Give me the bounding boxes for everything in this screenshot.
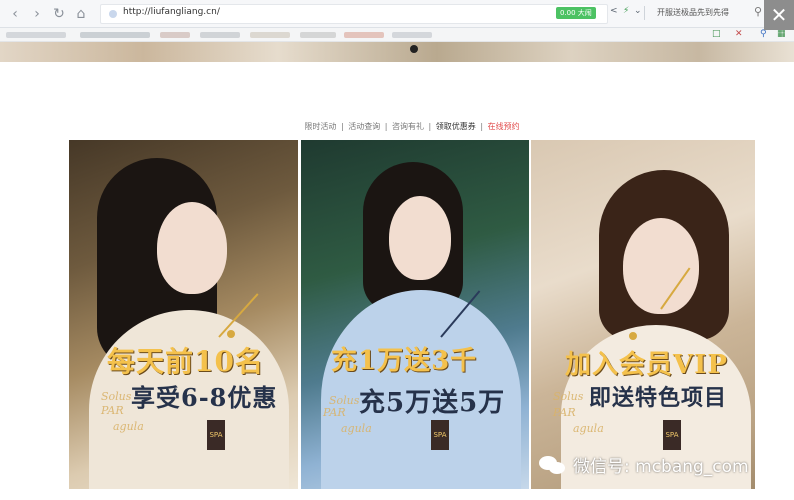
bookmark-item[interactable] [392, 32, 432, 38]
magnifier-icon[interactable]: ⚲ [760, 29, 767, 39]
share-icon[interactable]: < [610, 6, 618, 16]
back-icon[interactable]: ‹ [6, 5, 24, 23]
bookmark-bar: □ ✕ ⚲ ▦ [0, 28, 794, 42]
card-deco-word: agula [341, 422, 372, 435]
promo-nav: 限时活动 | 活动查询 | 咨询有礼 | 领取优惠券 | 在线预约 [0, 121, 794, 132]
search-icon[interactable]: ⚲ [754, 5, 762, 18]
card-deco-word: PAR [553, 406, 576, 419]
card-headline-primary: 加入会员VIP [565, 350, 728, 380]
wechat-icon [539, 454, 567, 476]
promo-card-vip-membership[interactable]: 加入会员VIP 即送特色项目 Solus PAR agula SPA [531, 140, 755, 489]
card-headline-primary: 充1万送3千 [331, 346, 478, 376]
promo-card-daily-discount[interactable]: 每天前10名 享受6-8优惠 Solus PAR agula SPA [69, 140, 298, 489]
nav-separator: | [480, 122, 484, 131]
card-deco-word: Solus [553, 390, 584, 403]
scissors-icon[interactable]: ✕ [735, 29, 743, 39]
figure-face [389, 196, 451, 280]
forward-icon[interactable]: › [28, 5, 46, 23]
spa-tag: SPA [431, 420, 449, 450]
bookmark-item[interactable] [344, 32, 384, 38]
bookmark-item[interactable] [300, 32, 336, 38]
wechat-watermark: 微信号: mcbang_com [539, 452, 749, 477]
card-deco-word: PAR [101, 404, 124, 417]
nav-separator: | [428, 122, 432, 131]
lightning-icon[interactable]: ⚡ [623, 6, 629, 16]
card-deco-word: Solus [101, 390, 132, 403]
toolbar-divider [644, 6, 645, 20]
card-headline-primary: 每天前10名 [107, 345, 264, 378]
figure-face [623, 218, 699, 314]
address-bar[interactable]: http://liufangliang.cn/ [100, 4, 608, 24]
card-deco-word: PAR [323, 406, 346, 419]
nav-separator: | [340, 122, 344, 131]
extension-icon[interactable]: □ [712, 29, 721, 39]
close-overlay-button[interactable]: ✕ [764, 0, 794, 30]
top-banner-image [0, 42, 794, 62]
nav-link-get-coupon[interactable]: 领取优惠券 [436, 122, 476, 131]
figure-face [157, 202, 227, 294]
card-headline-secondary: 充5万送5万 [359, 388, 506, 418]
card-deco-word: agula [113, 420, 144, 433]
nav-link-activity-query[interactable]: 活动查询 [348, 122, 380, 131]
nav-link-online-booking[interactable]: 在线预约 [488, 122, 520, 131]
bookmark-item[interactable] [250, 32, 290, 38]
bookmark-item[interactable] [160, 32, 190, 38]
promo-text[interactable]: 开服送极品先到先得 [657, 7, 729, 18]
nav-separator: | [384, 122, 388, 131]
card-headline-secondary: 享受6-8优惠 [131, 383, 278, 412]
bookmark-item[interactable] [200, 32, 240, 38]
spa-tag: SPA [207, 420, 225, 450]
gold-dot-decoration [227, 330, 235, 338]
promo-card-recharge-bonus[interactable]: 充1万送3千 充5万送5万 Solus PAR agula SPA [301, 140, 529, 489]
watermark-text: 微信号: mcbang_com [573, 457, 749, 477]
site-favicon-icon [109, 10, 117, 18]
grid-icon[interactable]: ▦ [777, 29, 786, 39]
chevron-down-icon[interactable]: ⌄ [634, 6, 642, 16]
gold-dot-decoration [629, 332, 637, 340]
nav-link-limited-activity[interactable]: 限时活动 [304, 122, 336, 131]
nav-link-consult-gift[interactable]: 咨询有礼 [392, 122, 424, 131]
speed-badge[interactable]: 0.00 大闹 [556, 7, 596, 19]
card-headline-secondary: 即送特色项目 [589, 385, 728, 411]
bookmark-item[interactable] [6, 32, 66, 38]
card-deco-word: agula [573, 422, 604, 435]
browser-toolbar: ‹ › ↻ ⌂ http://liufangliang.cn/ 0.00 大闹 … [0, 0, 794, 28]
reload-icon[interactable]: ↻ [50, 5, 68, 23]
banner-ornament [410, 45, 418, 53]
url-text[interactable]: http://liufangliang.cn/ [123, 7, 220, 17]
spa-tag: SPA [663, 420, 681, 450]
home-icon[interactable]: ⌂ [72, 5, 90, 23]
bookmark-item[interactable] [80, 32, 150, 38]
